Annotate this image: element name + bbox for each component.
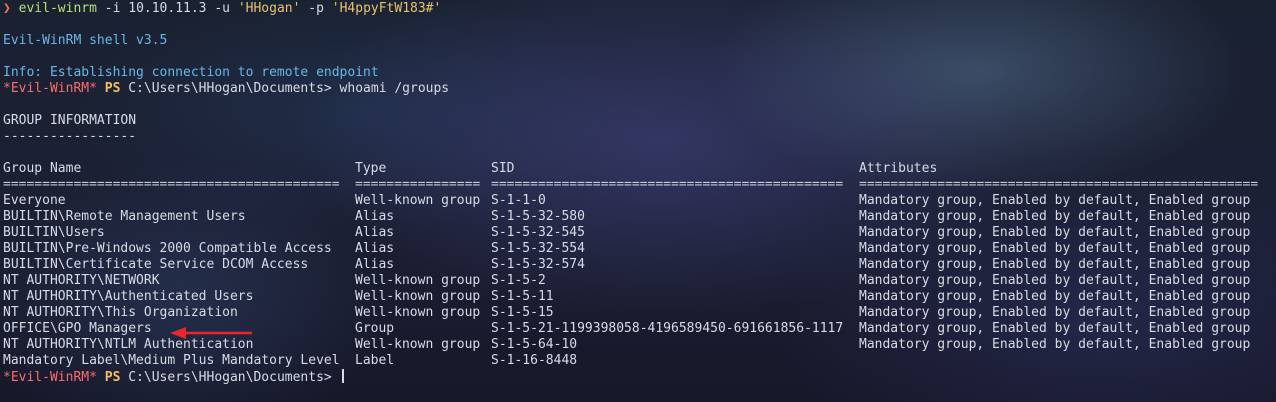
ps-label: PS	[104, 370, 121, 385]
header-attributes: Attributes	[859, 161, 938, 176]
row-attributes: Mandatory group, Enabled by default, Ena…	[859, 289, 1251, 304]
row-group-name: BUILTIN\Remote Management Users	[3, 209, 246, 224]
row-type: Well-known group	[355, 337, 481, 352]
text-cursor[interactable]	[341, 369, 344, 383]
row-sid: S-1-5-32-580	[491, 209, 585, 224]
shell-prompt-line-2: *Evil-WinRM* PS C:\Users\HHogan\Document…	[3, 369, 1276, 385]
row-group-name: BUILTIN\Pre-Windows 2000 Compatible Acce…	[3, 241, 332, 256]
row-type: Well-known group	[355, 273, 481, 288]
row-sid: S-1-5-32-545	[491, 225, 585, 240]
ps-label: PS	[104, 81, 121, 96]
row-type: Alias	[355, 241, 395, 256]
command-args: -i 10.10.11.3 -u	[96, 1, 238, 16]
row-attributes: Mandatory group, Enabled by default, Ena…	[859, 305, 1251, 320]
shell-path: C:\Users\HHogan\Documents>	[128, 370, 332, 385]
row-type: Well-known group	[355, 289, 481, 304]
row-sid: S-1-16-8448	[491, 353, 578, 368]
row-sid: S-1-5-15	[491, 305, 554, 320]
row-attributes: Mandatory group, Enabled by default, Ena…	[859, 257, 1251, 272]
row-attributes: Mandatory group, Enabled by default, Ena…	[859, 209, 1251, 224]
row-sid: S-1-5-11	[491, 289, 554, 304]
shell-prompt-line: *Evil-WinRM* PS C:\Users\HHogan\Document…	[3, 81, 1276, 97]
table-row: Everyone Well-known group S-1-1-0 Mandatory…	[3, 193, 1276, 209]
command-args-2: -p	[300, 1, 332, 16]
table-row: NT AUTHORITY\Authenticated Users Well-kno…	[3, 289, 1276, 305]
row-sid: S-1-5-32-554	[491, 241, 585, 256]
row-group-name: BUILTIN\Users	[3, 225, 105, 240]
header-sid: SID	[491, 161, 515, 176]
row-group-name: NT AUTHORITY\Authenticated Users	[3, 289, 254, 304]
table-row: BUILTIN\Certificate Service DCOM Access A…	[3, 257, 1276, 273]
shell-label: *Evil-WinRM*	[3, 81, 97, 96]
banner: Evil-WinRM shell v3.5	[3, 33, 168, 48]
row-sid: S-1-5-2	[491, 273, 546, 288]
row-group-name: OFFICE\GPO Managers	[3, 321, 152, 336]
info-line: Info: Establishing connection to remote …	[3, 65, 379, 80]
row-attributes: Mandatory group, Enabled by default, Ena…	[859, 321, 1251, 336]
command-name: evil-winrm	[18, 1, 97, 16]
table-row: BUILTIN\Pre-Windows 2000 Compatible Acce…	[3, 241, 1276, 257]
row-type: Group	[355, 321, 395, 336]
row-attributes: Mandatory group, Enabled by default, Ena…	[859, 337, 1251, 352]
row-group-name: Everyone	[3, 193, 66, 208]
row-type: Alias	[355, 225, 395, 240]
row-sid: S-1-5-64-10	[491, 337, 578, 352]
table-row: NT AUTHORITY\NETWORK Well-known group S-1-…	[3, 273, 1276, 289]
separator-attr: ========================================…	[859, 177, 1259, 192]
row-type: Label	[355, 353, 395, 368]
header-type: Type	[355, 161, 387, 176]
row-sid: S-1-5-32-574	[491, 257, 585, 272]
whoami-command: whoami /groups	[331, 81, 450, 96]
section-underline: -----------------	[3, 129, 137, 144]
table-row: NT AUTHORITY\This Organization Well-known…	[3, 305, 1276, 321]
prompt-chevron-icon: ❯	[3, 1, 11, 16]
separator-type: ================	[355, 177, 481, 192]
table-row: BUILTIN\Users Alias S-1-5-32-545 Mandatory …	[3, 225, 1276, 241]
row-sid: S-1-5-21-1199398058-4196589450-691661856…	[491, 321, 844, 336]
row-sid: S-1-1-0	[491, 193, 546, 208]
red-arrow-icon	[170, 327, 252, 339]
row-type: Alias	[355, 209, 395, 224]
row-group-name: NT AUTHORITY\This Organization	[3, 305, 238, 320]
row-group-name: Mandatory Label\Medium Plus Mandatory Le…	[3, 353, 340, 368]
separator-name: ========================================…	[3, 177, 340, 192]
user-arg: 'HHogan'	[237, 1, 301, 16]
shell-label: *Evil-WinRM*	[3, 370, 97, 385]
row-group-name: NT AUTHORITY\NETWORK	[3, 273, 160, 288]
table-row: Mandatory Label\Medium Plus Mandatory Le…	[3, 353, 1276, 369]
separator-sid: ========================================…	[491, 177, 844, 192]
row-type: Alias	[355, 257, 395, 272]
row-attributes: Mandatory group, Enabled by default, Ena…	[859, 193, 1251, 208]
section-title: GROUP INFORMATION	[3, 113, 137, 128]
row-group-name: BUILTIN\Certificate Service DCOM Access	[3, 257, 309, 272]
password-arg: 'H4ppyFtW183#'	[331, 1, 442, 16]
row-type: Well-known group	[355, 193, 481, 208]
row-type: Well-known group	[355, 305, 481, 320]
header-group-name: Group Name	[3, 161, 82, 176]
row-attributes: Mandatory group, Enabled by default, Ena…	[859, 241, 1251, 256]
row-attributes: Mandatory group, Enabled by default, Ena…	[859, 273, 1251, 288]
table-row: BUILTIN\Remote Management Users Alias S-1-…	[3, 209, 1276, 225]
shell-path: C:\Users\HHogan\Documents>	[128, 81, 332, 96]
table-header: Group Name Type SID Attributes	[3, 161, 1276, 177]
command-line: ❯ evil-winrm -i 10.10.11.3 -u 'HHogan' -…	[3, 1, 1276, 17]
row-attributes: Mandatory group, Enabled by default, Ena…	[859, 225, 1251, 240]
table-separator: ========================================…	[3, 177, 1276, 193]
